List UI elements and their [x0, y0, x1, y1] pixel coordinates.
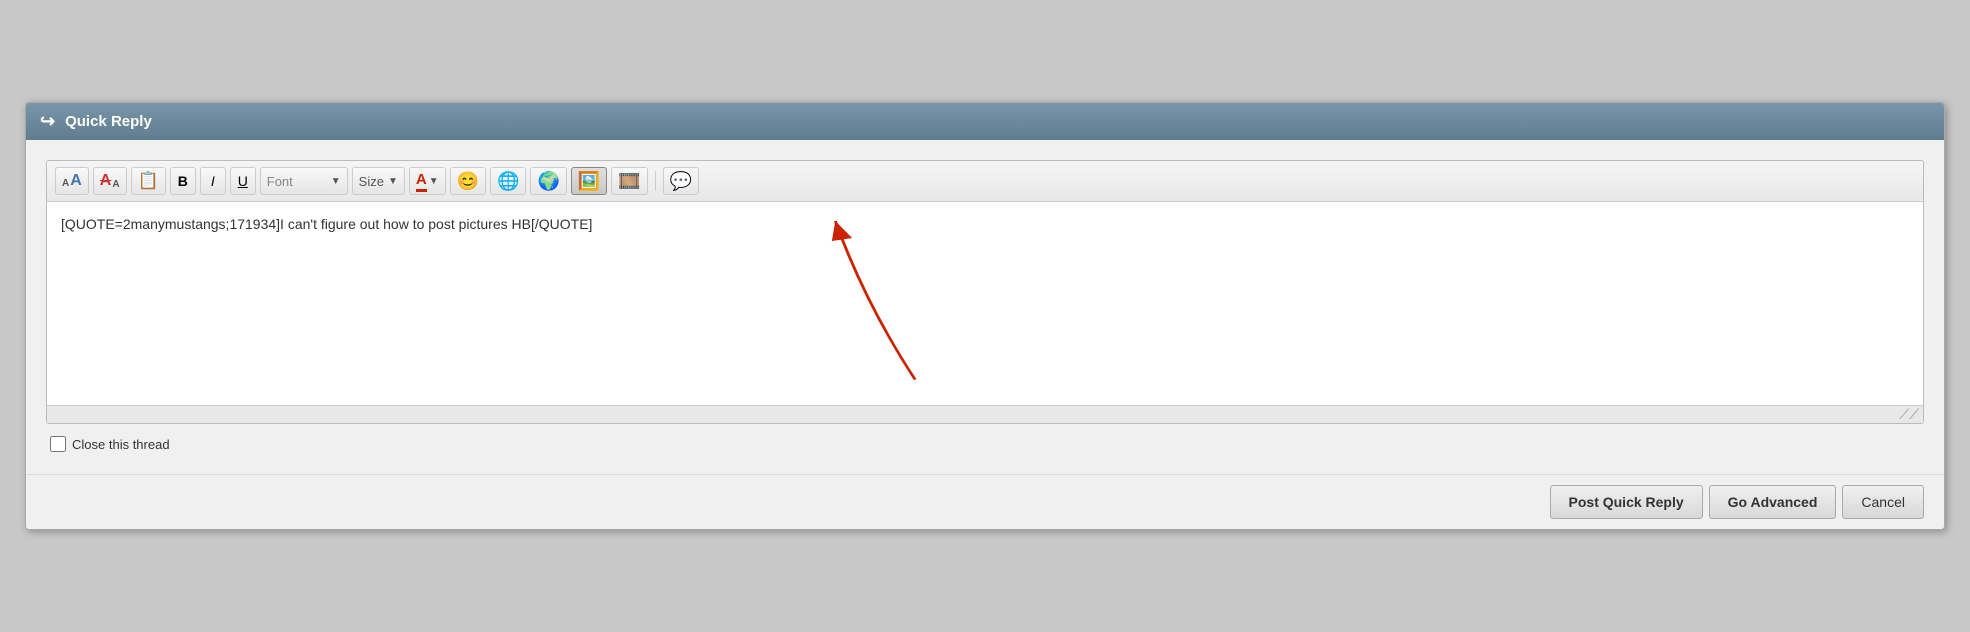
- emoji-icon: 😊: [457, 171, 479, 192]
- color-select[interactable]: A ▼: [409, 167, 446, 195]
- font-size-decrease-button[interactable]: A A: [55, 167, 89, 195]
- font-select-label: Font: [267, 174, 327, 189]
- dialog-title: Quick Reply: [65, 113, 152, 130]
- bold-button[interactable]: B: [170, 167, 196, 195]
- insert-video-button[interactable]: 🎞️: [611, 167, 647, 195]
- editor-wrapper: A A A A 📋 B: [46, 160, 1924, 424]
- options-row: Close this thread: [46, 424, 1924, 464]
- close-thread-checkbox[interactable]: [50, 436, 66, 452]
- insert-link2-button[interactable]: 🌍: [530, 167, 566, 195]
- speech-icon: 💬: [670, 171, 692, 192]
- cancel-button[interactable]: Cancel: [1842, 485, 1924, 519]
- size-select[interactable]: Size ▼: [352, 167, 405, 195]
- size-select-label: Size: [359, 174, 384, 189]
- post-quick-reply-button[interactable]: Post Quick Reply: [1550, 485, 1703, 519]
- size-select-arrow-icon: ▼: [388, 176, 398, 187]
- resize-icon: ⟋⟋: [1899, 406, 1919, 423]
- emoji-button[interactable]: 😊: [450, 167, 486, 195]
- underline-label: U: [238, 173, 248, 189]
- font-select[interactable]: Font ▼: [260, 167, 348, 195]
- toolbar: A A A A 📋 B: [47, 161, 1923, 202]
- toolbar-separator: [655, 171, 656, 191]
- bold-label: B: [178, 173, 188, 189]
- color-label: A: [416, 171, 427, 192]
- footer-buttons: Post Quick Reply Go Advanced Cancel: [26, 474, 1944, 529]
- font-size-small-label: A: [62, 179, 69, 189]
- color-arrow-icon: ▼: [429, 176, 439, 187]
- dialog-header: ↩ Quick Reply: [26, 103, 1944, 140]
- clipboard-icon: 📋: [138, 171, 159, 191]
- text-area-container: [QUOTE=2manymustangs;171934]I can't figu…: [47, 202, 1923, 405]
- insert-quote-button[interactable]: 💬: [663, 167, 699, 195]
- insert-picture-button[interactable]: 🖼️: [571, 167, 607, 195]
- back-icon: ↩: [40, 111, 55, 132]
- close-thread-text: Close this thread: [72, 437, 170, 452]
- insert-link-button[interactable]: 🌐: [490, 167, 526, 195]
- italic-label: I: [211, 173, 215, 189]
- font-select-arrow-icon: ▼: [331, 176, 341, 187]
- italic-button[interactable]: I: [200, 167, 226, 195]
- film-icon: 🎞️: [618, 171, 640, 192]
- reply-textarea[interactable]: [QUOTE=2manymustangs;171934]I can't figu…: [47, 202, 1923, 402]
- globe2-icon: 🌍: [537, 171, 559, 192]
- font-strike-button[interactable]: A A: [93, 167, 127, 195]
- quick-reply-dialog: ↩ Quick Reply A A A A: [25, 102, 1945, 530]
- go-advanced-button[interactable]: Go Advanced: [1709, 485, 1837, 519]
- insert-image-toolbar-button[interactable]: 📋: [131, 167, 166, 195]
- dialog-body: A A A A 📋 B: [26, 140, 1944, 474]
- globe-icon: 🌐: [497, 171, 519, 192]
- font-strike-small-label: A: [112, 179, 119, 190]
- font-strike-label: A: [100, 172, 112, 190]
- resize-bar[interactable]: ⟋⟋: [47, 405, 1923, 423]
- close-thread-label[interactable]: Close this thread: [50, 436, 170, 452]
- font-size-large-label: A: [70, 173, 82, 189]
- underline-button[interactable]: U: [230, 167, 256, 195]
- picture-icon: 🖼️: [578, 171, 600, 192]
